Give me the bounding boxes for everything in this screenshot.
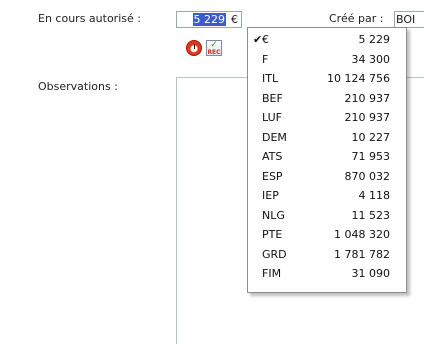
currency-amount: 10 124 756 [327,72,390,85]
currency-amount: 870 032 [344,169,391,183]
currency-menu-item[interactable]: LUF 210 937 [248,108,406,128]
clock-icon[interactable] [186,40,202,56]
currency-menu-item[interactable]: PTE 1 048 320 [248,225,406,245]
currency-menu-item[interactable]: NLG 11 523 [248,206,406,226]
currency-code: LUF [262,111,282,124]
amount-value: 5 229 [192,13,226,26]
currency-amount: 34 300 [351,52,391,66]
calculator-glyph: REC [207,49,221,56]
currency-code: ITL [262,72,279,85]
currency-conversion-menu: ✔ €5 229 F 34 300 ITL 10 124 756 BEF 210 937 LUF… [247,27,407,293]
currency-menu-item[interactable]: BEF 210 937 [248,89,406,109]
currency-menu-item[interactable]: IEP 4 118 [248,186,406,206]
currency-menu-item[interactable]: ✔ €5 229 [248,30,406,50]
currency-amount: 210 937 [344,111,391,124]
currency-code: € [262,33,269,46]
currency-code: DEM [262,130,287,144]
currency-menu-item[interactable]: GRD 1 781 782 [248,245,406,265]
currency-code: FIM [262,267,282,280]
currency-code: PTE [262,228,283,241]
currency-code: NLG [262,208,285,222]
currency-amount: 210 937 [344,91,391,105]
currency-code: ESP [262,169,283,183]
currency-code: GRD [262,247,287,261]
created-by-value: BOI [396,13,416,26]
calculator-icon[interactable]: ✓ REC [206,40,222,56]
currency-conversion-form: En cours autorisé : 5 229 € Créé par : B… [0,0,424,344]
created-by-field[interactable]: BOI [394,11,424,28]
currency-amount: 31 090 [351,267,391,280]
currency-code: ATS [262,150,283,163]
currency-menu-item[interactable]: ESP 870 032 [248,167,406,187]
authorized-amount-label: En cours autorisé : [38,12,141,25]
currency-amount: 5 229 [358,33,391,46]
currency-amount: 71 953 [351,150,391,163]
created-by-label: Créé par : [329,12,384,25]
currency-amount: 11 523 [351,208,391,222]
currency-menu-item[interactable]: ATS 71 953 [248,147,406,167]
authorized-amount-field[interactable]: 5 229 € [176,11,242,28]
check-mark-icon: ✓ [210,40,218,50]
currency-amount: 4 118 [358,189,391,202]
currency-menu-item[interactable]: F 34 300 [248,50,406,70]
amount-currency: € [231,13,238,26]
currency-menu-item[interactable]: ITL 10 124 756 [248,69,406,89]
currency-menu-item[interactable]: DEM 10 227 [248,128,406,148]
currency-amount: 10 227 [351,130,391,144]
currency-menu-item[interactable]: FIM 31 090 [248,264,406,284]
currency-amount: 1 048 320 [334,228,390,241]
currency-code: IEP [262,189,279,202]
currency-code: F [262,52,269,66]
currency-code: BEF [262,91,283,105]
currency-amount: 1 781 782 [334,247,390,261]
observations-label: Observations : [38,80,118,93]
